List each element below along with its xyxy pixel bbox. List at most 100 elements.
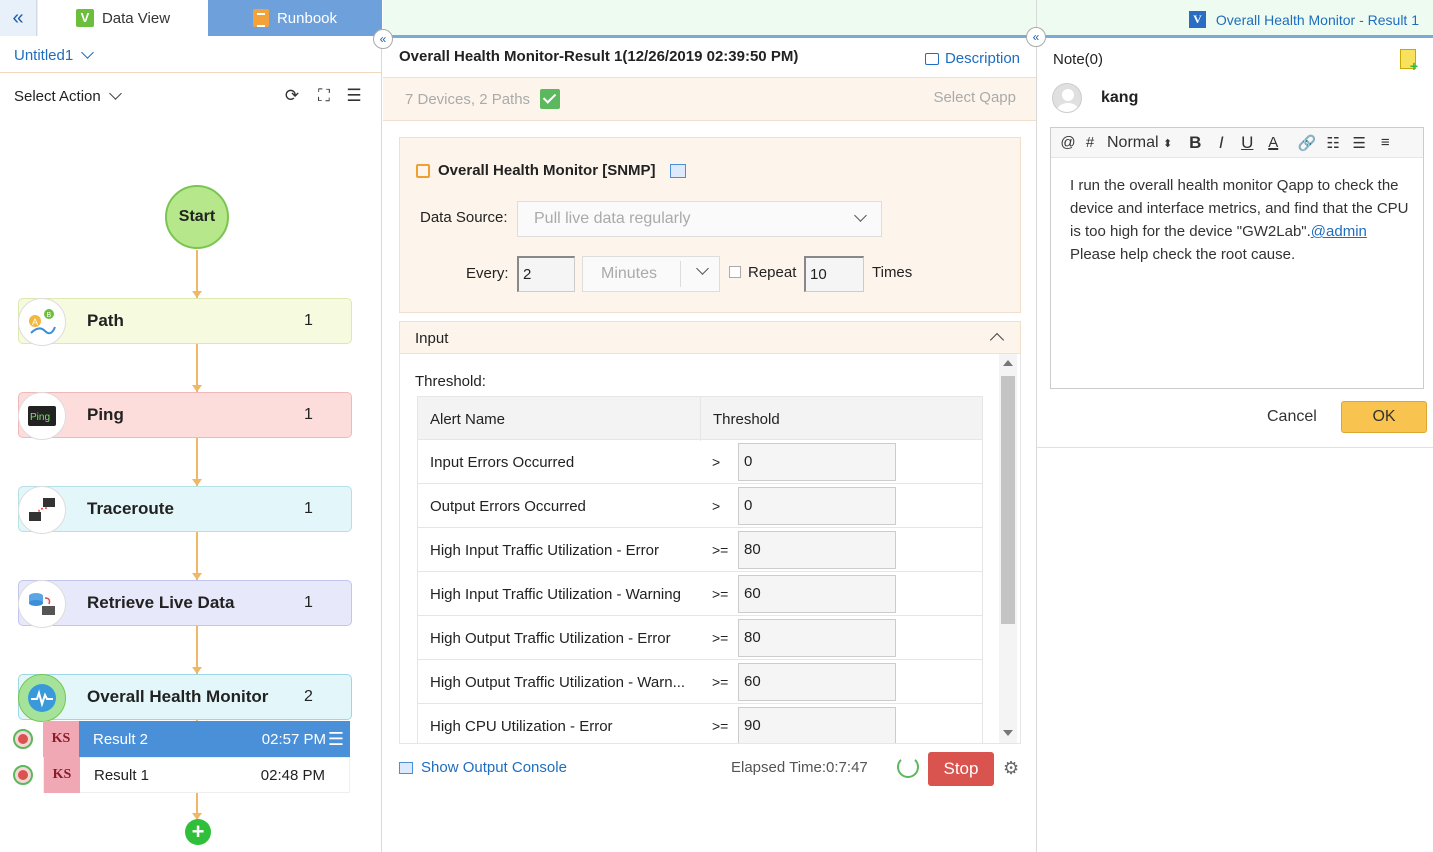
note-title: Note(0) [1053,51,1104,68]
text-color-button[interactable]: A [1260,134,1286,151]
node-count: 2 [304,688,313,705]
operator: >= [712,674,729,690]
table-row: Input Errors Occurred > 0 [417,440,983,484]
start-label: Start [178,208,216,225]
node-retrieve-live-data[interactable]: Retrieve Live Data 1 [18,580,352,628]
result-item-1[interactable]: KS Result 1 02:48 PM [43,757,350,793]
note-text-part: Please help check the root cause. [1070,246,1296,263]
italic-button[interactable]: I [1208,133,1234,153]
alert-name: Output Errors Occurred [430,498,586,515]
select-action-label: Select Action [14,87,101,105]
ok-button[interactable]: OK [1341,401,1427,433]
devices-paths[interactable]: 7 Devices, 2 Paths [405,89,561,109]
table-row: High Input Traffic Utilization - Error >… [417,528,983,572]
threshold-input[interactable]: 80 [738,619,896,657]
result-tab-label: Overall Health Monitor - Result 1 [1215,11,1419,28]
link-icon[interactable]: 🔗 [1294,134,1320,152]
scrollbar-thumb[interactable] [1001,376,1015,624]
result-tab[interactable]: V Overall Health Monitor - Result 1 [1188,11,1419,28]
description-link[interactable]: Description [924,50,1020,67]
fit-screen-icon[interactable]: ⛶ [314,86,334,106]
node-label: Path [87,311,124,330]
result-time: 02:57 PM [261,730,326,748]
underline-button[interactable]: U [1234,133,1260,153]
qapp-title-label: Overall Health Monitor [SNMP] [438,162,656,179]
threshold-input[interactable]: 90 [738,707,896,743]
scroll-down-icon[interactable] [1003,730,1013,736]
threshold-input[interactable]: 0 [738,443,896,481]
add-note-icon[interactable] [1400,49,1418,74]
ks-badge: KS [44,757,80,793]
node-traceroute[interactable]: Traceroute 1 [18,486,352,534]
runbook-panel: « V Data View Runbook Untitled1 Select A… [0,0,382,852]
menu-icon[interactable]: ☰ [344,86,364,106]
gear-icon[interactable]: ⚙ [1003,758,1019,779]
hamburger-menu-icon[interactable]: ☰ [328,729,344,750]
refresh-icon[interactable]: ⟳ [282,86,302,106]
collapse-left-panel-icon[interactable]: « [373,29,393,49]
ordered-list-icon[interactable]: ☷ [1320,134,1346,152]
note-text[interactable]: I run the overall health monitor Qapp to… [1070,174,1410,266]
note-editor[interactable]: @ # Normal ⬍ B I U A 🔗 ☷ ☰ ≡ I run the o… [1050,127,1424,389]
flow-arrow [192,385,202,392]
threshold-input[interactable]: 80 [738,531,896,569]
table-row: High CPU Utilization - Error >= 90 [417,704,983,743]
mention-link[interactable]: @admin [1311,223,1367,240]
threshold-input[interactable]: 0 [738,487,896,525]
ks-badge: KS [43,721,79,757]
repeat-checkbox[interactable] [729,266,741,278]
data-source-select[interactable]: Pull live data regularly [517,201,882,237]
result-time: 02:48 PM [260,766,325,784]
scroll-up-icon[interactable] [1003,360,1013,366]
mention-button[interactable]: @ [1055,134,1081,151]
input-section-body: Threshold: Alert Name Threshold Input Er… [399,354,1021,744]
node-path[interactable]: AB Path 1 [18,298,352,346]
result-panel: Overall Health Monitor-Result 1(12/26/20… [383,0,1433,852]
stop-button[interactable]: Stop [928,752,994,786]
node-count: 1 [304,500,313,517]
hashtag-button[interactable]: # [1081,134,1099,151]
bold-button[interactable]: B [1182,133,1208,153]
description-label: Description [944,50,1020,67]
select-qapp-link[interactable]: Select Qapp [933,89,1016,106]
runbook-notebook-icon [252,9,269,27]
chevron-down-icon [108,87,122,100]
cancel-button[interactable]: Cancel [1267,408,1317,426]
interval-unit-value: Minutes [601,265,658,282]
chevron-down-icon [854,209,867,222]
collapse-middle-panel-icon[interactable]: « [1026,27,1046,47]
every-input[interactable]: 2 [517,256,575,292]
add-node-button[interactable]: + [185,819,211,845]
threshold-input[interactable]: 60 [738,575,896,613]
node-ping[interactable]: Ping Ping 1 [18,392,352,440]
editor-toolbar: @ # Normal ⬍ B I U A 🔗 ☷ ☰ ≡ [1051,128,1423,158]
node-count: 1 [304,312,313,329]
divider [1037,447,1433,448]
double-chevron-left-icon[interactable]: « [0,0,37,36]
note-header: Note(0) [1037,41,1433,77]
start-node[interactable]: Start [165,185,229,249]
tab-data-view[interactable]: V Data View [38,0,208,36]
format-select[interactable]: Normal ⬍ [1107,134,1172,152]
threshold-input[interactable]: 60 [738,663,896,701]
vertical-scrollbar[interactable] [999,354,1017,743]
align-left-icon[interactable]: ≡ [1372,134,1398,151]
running-spinner-icon [897,756,919,778]
tab-runbook[interactable]: Runbook [208,0,382,36]
node-overall-health-monitor[interactable]: Overall Health Monitor 2 [18,674,352,722]
result-item-2[interactable]: KS Result 2 02:57 PM ☰ [43,721,350,757]
input-section-header[interactable]: Input [399,321,1021,354]
console-icon [399,761,413,774]
interval-unit-select[interactable]: Minutes [582,256,720,292]
table-row: High Output Traffic Utilization - Warn..… [417,660,983,704]
ping-icon: Ping [18,392,66,440]
show-output-console-link[interactable]: Show Output Console [399,759,567,776]
input-section-label: Input [415,330,449,347]
bullet-list-icon[interactable]: ☰ [1346,134,1372,152]
avatar [1052,83,1082,113]
runbook-name-dropdown[interactable]: Untitled1 [0,38,381,73]
open-window-icon[interactable] [669,163,686,178]
traceroute-icon [18,486,66,534]
tab-data-view-label: Data View [101,9,171,27]
repeat-times-input[interactable]: 10 [804,256,864,292]
